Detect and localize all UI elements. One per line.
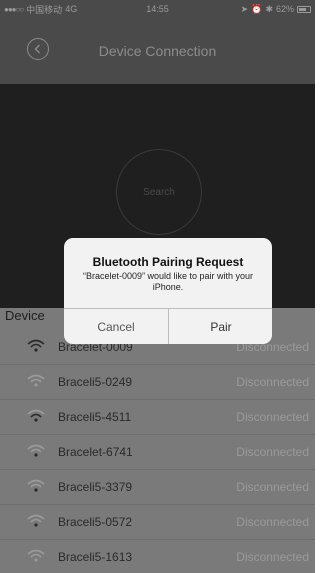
list-item[interactable]: Braceli5-4511 Disconnected	[0, 400, 315, 435]
back-button[interactable]	[27, 38, 49, 60]
battery-icon	[297, 5, 311, 13]
search-button[interactable]: Search	[116, 149, 202, 235]
device-status: Disconnected	[236, 480, 309, 494]
device-status: Disconnected	[236, 550, 309, 564]
device-list: Bracelet-0009 Disconnected Braceli5-0249…	[0, 330, 315, 573]
device-name: Braceli5-1613	[58, 550, 133, 564]
list-item[interactable]: Bracelet-6741 Disconnected	[0, 435, 315, 470]
chevron-left-icon	[34, 44, 40, 54]
device-name: Braceli5-3379	[58, 480, 133, 494]
wifi-signal-icon	[27, 374, 45, 387]
clock: 14:55	[146, 4, 169, 14]
device-status: Disconnected	[236, 515, 309, 529]
search-label: Search	[143, 186, 175, 198]
pair-button[interactable]: Pair	[169, 309, 272, 344]
wifi-signal-icon	[27, 514, 45, 527]
device-heading: Device	[5, 308, 45, 323]
status-bar: ●●●○○ 中国移动 4G 14:55 ➤ ⏰ ✱ 62%	[0, 0, 315, 18]
device-status: Disconnected	[236, 445, 309, 459]
wifi-signal-icon	[27, 339, 45, 352]
dialog-title: Bluetooth Pairing Request	[92, 255, 244, 269]
wifi-signal-icon	[27, 549, 45, 562]
list-item[interactable]: Braceli5-3379 Disconnected	[0, 470, 315, 505]
wifi-signal-icon	[27, 479, 45, 492]
device-status: Disconnected	[236, 375, 309, 389]
list-item[interactable]: Braceli5-0249 Disconnected	[0, 365, 315, 400]
device-status: Disconnected	[236, 410, 309, 424]
page-title: Device Connection	[98, 43, 217, 59]
list-item[interactable]: Braceli5-1613 Disconnected	[0, 540, 315, 573]
wifi-signal-icon	[27, 444, 45, 457]
device-name: Braceli5-4511	[58, 410, 132, 424]
device-name: Bracelet-6741	[58, 445, 133, 459]
cancel-button[interactable]: Cancel	[64, 309, 168, 344]
device-section: Device Bracelet-0009 Disconnected Bracel…	[0, 308, 315, 573]
nav-bar: Device Connection	[0, 18, 315, 84]
dialog-message: “Bracelet-0009” would like to pair with …	[82, 271, 254, 292]
pairing-dialog: Bluetooth Pairing Request “Bracelet-0009…	[64, 238, 272, 344]
device-name: Braceli5-0249	[58, 375, 133, 389]
wifi-signal-icon	[27, 409, 45, 422]
device-name: Braceli5-0572	[58, 515, 133, 529]
list-item[interactable]: Braceli5-0572 Disconnected	[0, 505, 315, 540]
